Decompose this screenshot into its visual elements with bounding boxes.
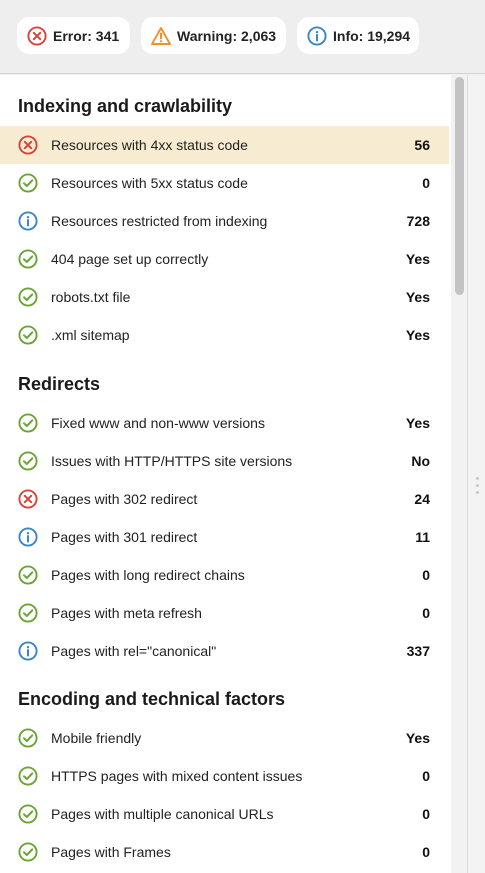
warning-icon xyxy=(151,26,171,46)
check-row[interactable]: Resources with 5xx status code 0 xyxy=(0,164,449,202)
check-label: .xml sitemap xyxy=(51,327,130,343)
check-row[interactable]: Pages with meta refresh 0 xyxy=(0,594,449,632)
site-audit-panel: Error: 341 Warning: 2,063 Info: 19,294 I… xyxy=(0,0,485,873)
check-row[interactable]: .xml sitemap Yes xyxy=(0,316,449,354)
check-label: HTTPS pages with mixed content issues xyxy=(51,768,303,784)
check-row[interactable]: Resources restricted from indexing 728 xyxy=(0,202,449,240)
check-value: 0 xyxy=(422,605,430,621)
check-value: 0 xyxy=(422,844,430,860)
check-value: 337 xyxy=(406,643,430,659)
info-icon xyxy=(18,641,38,661)
check-value: 24 xyxy=(414,491,430,507)
info-icon xyxy=(18,211,38,231)
check-label: robots.txt file xyxy=(51,289,131,305)
section-title: Redirects xyxy=(18,374,101,394)
check-row[interactable]: Pages with 302 redirect 24 xyxy=(0,480,449,518)
check-row[interactable]: Fixed www and non-www versions Yes xyxy=(0,404,449,442)
check-value: 728 xyxy=(406,213,430,229)
check-value: Yes xyxy=(405,730,430,746)
check-row[interactable]: Pages with 301 redirect 11 xyxy=(0,518,449,556)
info-count-label: Info: 19,294 xyxy=(333,27,411,44)
error-filter-button[interactable]: Error: 341 xyxy=(17,17,130,54)
check-row[interactable]: Pages with rel="canonical" 337 xyxy=(0,632,449,670)
checkmark-icon xyxy=(18,173,38,193)
check-label: Resources with 5xx status code xyxy=(51,175,248,191)
resize-grip-icon[interactable] xyxy=(476,477,479,499)
checkmark-icon xyxy=(18,249,38,269)
checkmark-icon xyxy=(18,842,38,862)
check-label: Resources restricted from indexing xyxy=(51,213,268,229)
check-row[interactable]: HTTPS pages with mixed content issues 0 xyxy=(0,757,449,795)
check-row[interactable]: Resources with 4xx status code 56 xyxy=(0,126,449,164)
info-icon xyxy=(18,527,38,547)
issue-summary-bar: Error: 341 Warning: 2,063 Info: 19,294 xyxy=(0,0,485,74)
check-value: 0 xyxy=(422,768,430,784)
check-row[interactable]: robots.txt file Yes xyxy=(0,278,449,316)
error-icon xyxy=(18,135,38,155)
check-label: Pages with meta refresh xyxy=(51,605,202,621)
check-value: 0 xyxy=(422,175,430,191)
check-value: 11 xyxy=(415,529,430,545)
checkmark-icon xyxy=(18,728,38,748)
check-label: Issues with HTTP/HTTPS site versions xyxy=(51,453,293,469)
checkmark-icon xyxy=(18,451,38,471)
scrollbar-thumb[interactable] xyxy=(455,77,464,295)
check-value: Yes xyxy=(405,251,430,267)
info-filter-button[interactable]: Info: 19,294 xyxy=(297,17,419,54)
checkmark-icon xyxy=(18,603,38,623)
side-panel-edge xyxy=(467,75,485,873)
check-row[interactable]: 404 page set up correctly Yes xyxy=(0,240,449,278)
section-title: Encoding and technical factors xyxy=(18,689,286,709)
audit-checklist: Indexing and crawlability Resources with … xyxy=(0,75,451,873)
check-label: Resources with 4xx status code xyxy=(51,137,248,153)
check-value: Yes xyxy=(405,415,430,431)
section-title: Indexing and crawlability xyxy=(18,96,233,116)
checkmark-icon xyxy=(18,804,38,824)
check-label: Pages with multiple canonical URLs xyxy=(51,806,274,822)
check-value: Yes xyxy=(405,289,430,305)
error-icon xyxy=(18,489,38,509)
check-label: Pages with 302 redirect xyxy=(51,491,198,507)
error-count-label: Error: 341 xyxy=(53,27,120,44)
check-row[interactable]: Issues with HTTP/HTTPS site versions No xyxy=(0,442,449,480)
checkmark-icon xyxy=(18,325,38,345)
check-label: Fixed www and non-www versions xyxy=(51,415,265,431)
check-value: No xyxy=(411,453,430,469)
check-label: 404 page set up correctly xyxy=(51,251,209,267)
check-row[interactable]: Pages with Frames 0 xyxy=(0,833,449,871)
checkmark-icon xyxy=(18,766,38,786)
check-value: 0 xyxy=(422,806,430,822)
check-row[interactable]: Pages with long redirect chains 0 xyxy=(0,556,449,594)
check-value: 0 xyxy=(422,567,430,583)
checkmark-icon xyxy=(18,287,38,307)
check-label: Pages with rel="canonical" xyxy=(51,643,217,659)
check-row[interactable]: Mobile friendly Yes xyxy=(0,719,449,757)
checkmark-icon xyxy=(18,413,38,433)
check-value: 56 xyxy=(414,137,430,153)
vertical-scrollbar[interactable] xyxy=(451,75,467,873)
info-icon xyxy=(307,25,327,46)
checkmark-icon xyxy=(18,565,38,585)
check-row[interactable]: Pages with multiple canonical URLs 0 xyxy=(0,795,449,833)
error-icon xyxy=(27,25,47,46)
check-label: Pages with 301 redirect xyxy=(51,529,198,545)
warning-filter-button[interactable]: Warning: 2,063 xyxy=(141,17,286,54)
check-label: Pages with Frames xyxy=(51,844,171,860)
check-label: Pages with long redirect chains xyxy=(51,567,245,583)
check-value: Yes xyxy=(405,327,430,343)
warning-count-label: Warning: 2,063 xyxy=(177,27,277,44)
check-label: Mobile friendly xyxy=(51,730,142,746)
